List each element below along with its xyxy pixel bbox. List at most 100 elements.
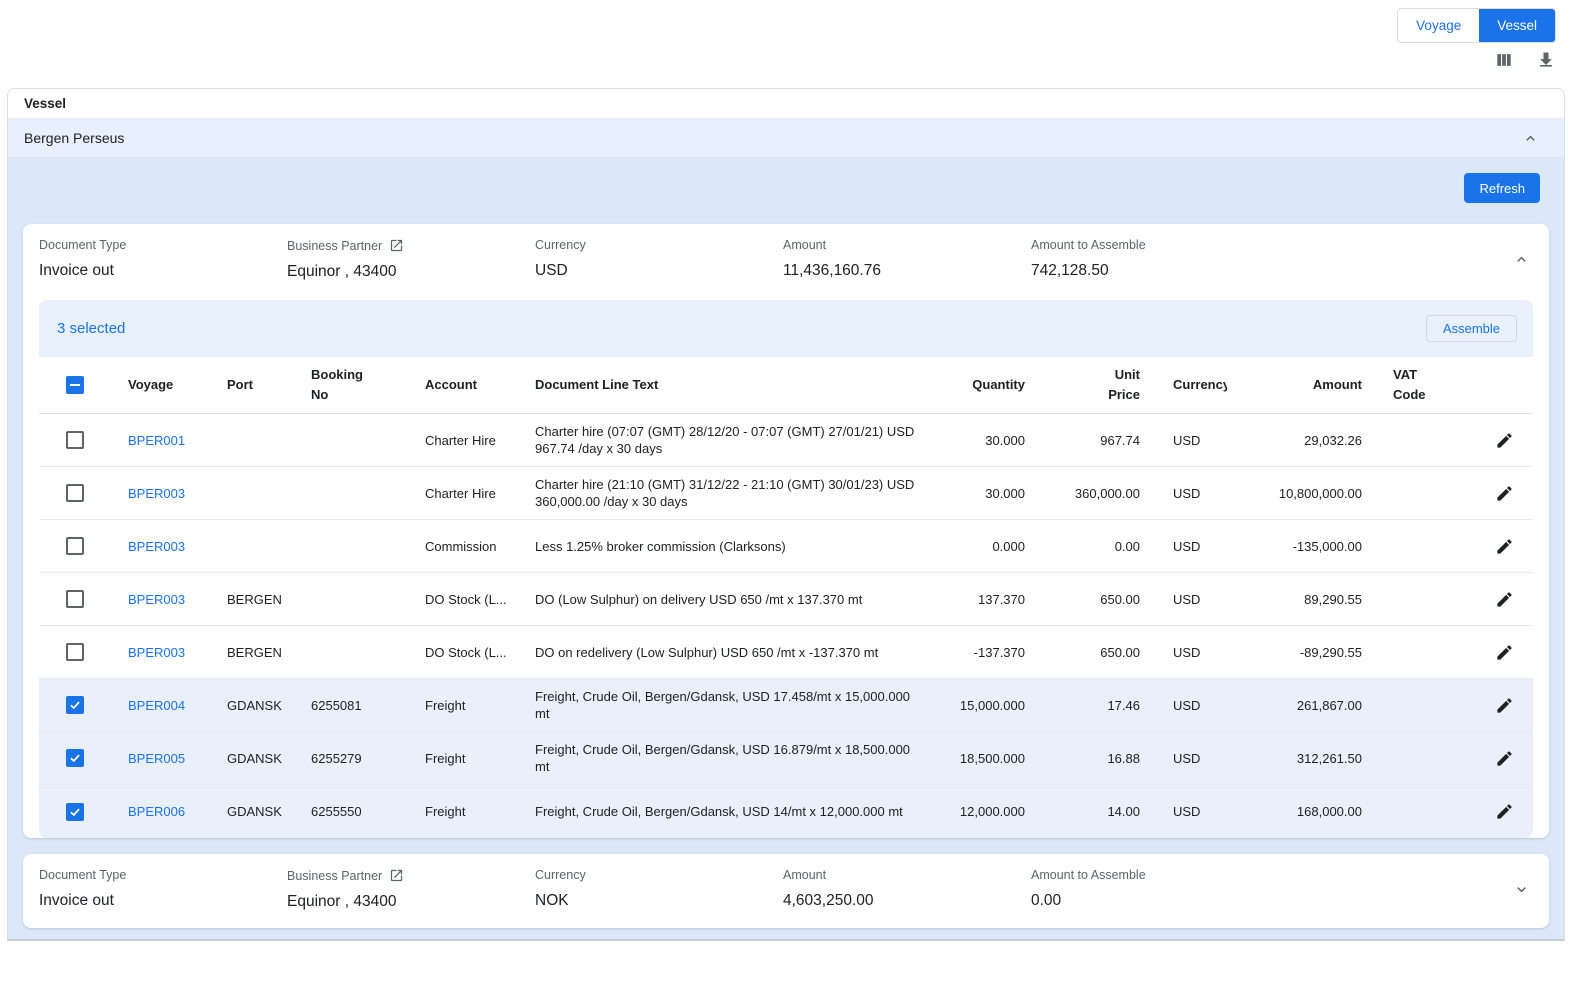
toggle-vessel-button[interactable]: Vessel [1479,9,1555,42]
currency-cell: USD [1157,539,1227,554]
table-row: BPER003 Commission Less 1.25% broker com… [39,520,1533,573]
edit-icon[interactable] [1495,695,1515,715]
amount-cell: 312,261.50 [1227,751,1377,766]
port-cell: GDANSK [211,804,299,819]
edit-icon[interactable] [1495,430,1515,450]
document-summary-usd: Document Type Invoice out Business Partn… [23,224,1549,298]
col-header-amount: Amount [1227,375,1377,395]
quantity-cell: 30.000 [927,433,1037,448]
unit-price-cell: 650.00 [1037,645,1157,660]
voyage-link[interactable]: BPER003 [128,486,185,501]
download-icon[interactable] [1536,50,1556,70]
table-row: BPER005 GDANSK 6255279 Freight Freight, … [39,732,1533,785]
line-text-cell: Charter hire (21:10 (GMT) 31/12/22 - 21:… [519,476,927,510]
voyage-link[interactable]: BPER003 [128,592,185,607]
account-cell: Charter Hire [409,486,519,501]
collapse-document-icon[interactable] [1514,252,1529,267]
col-header-voyage: Voyage [111,375,211,395]
voyage-link[interactable]: BPER004 [128,698,185,713]
toggle-voyage-button[interactable]: Voyage [1398,9,1479,42]
document-card-usd: Document Type Invoice out Business Partn… [23,224,1549,838]
unit-price-cell: 967.74 [1037,433,1157,448]
edit-icon[interactable] [1495,802,1515,822]
voyage-link[interactable]: BPER003 [128,539,185,554]
voyage-link[interactable]: BPER005 [128,751,185,766]
selection-bar: 3 selected Assemble [39,300,1533,357]
field-amount-to-assemble: Amount to Assemble 0.00 [1031,868,1279,910]
edit-icon[interactable] [1495,483,1515,503]
unit-price-cell: 360,000.00 [1037,486,1157,501]
line-text-cell: Less 1.25% broker commission (Clarksons) [519,538,927,555]
refresh-button[interactable]: Refresh [1464,173,1540,203]
row-checkbox[interactable] [66,537,84,555]
row-checkbox[interactable] [66,590,84,608]
columns-icon[interactable] [1494,50,1514,70]
account-cell: Commission [409,539,519,554]
quantity-cell: 12,000.000 [927,804,1037,819]
account-cell: Charter Hire [409,433,519,448]
currency-cell: USD [1157,433,1227,448]
voyage-link[interactable]: BPER003 [128,645,185,660]
account-cell: Freight [409,698,519,713]
amount-cell: 10,800,000.00 [1227,486,1377,501]
document-type-value: Invoice out [39,262,287,280]
field-document-type: Document Type Invoice out [39,238,287,280]
currency-cell: USD [1157,698,1227,713]
table-row: BPER003 Charter Hire Charter hire (21:10… [39,467,1533,520]
line-selection-container: 3 selected Assemble Voyage Port Booking … [39,300,1533,838]
currency-cell: USD [1157,645,1227,660]
amount-cell: -135,000.00 [1227,539,1377,554]
assemble-button[interactable]: Assemble [1426,315,1517,342]
business-partner-value: Equinor , 43400 [287,893,535,911]
voyage-link[interactable]: BPER006 [128,804,185,819]
unit-price-cell: 14.00 [1037,804,1157,819]
field-business-partner: Business Partner Equinor , 43400 [287,868,535,911]
top-toolbar: Voyage Vessel [0,0,1572,88]
col-header-account: Account [409,375,519,395]
view-toggle: Voyage Vessel [1397,8,1556,43]
account-cell: Freight [409,751,519,766]
voyage-link[interactable]: BPER001 [128,433,185,448]
amount-cell: 29,032.26 [1227,433,1377,448]
edit-icon[interactable] [1495,642,1515,662]
currency-cell: USD [1157,804,1227,819]
collapse-group-icon[interactable] [1523,131,1538,146]
table-actions [1494,50,1556,70]
booking-no-cell: 6255279 [299,751,409,766]
booking-no-cell: 6255081 [299,698,409,713]
select-all-checkbox[interactable] [66,376,84,394]
unit-price-cell: 16.88 [1037,751,1157,766]
currency-value: USD [535,262,783,280]
edit-icon[interactable] [1495,536,1515,556]
account-cell: DO Stock (L... [409,592,519,607]
edit-icon[interactable] [1495,748,1515,768]
row-checkbox[interactable] [66,484,84,502]
edit-icon[interactable] [1495,589,1515,609]
vessel-group-content: Refresh Document Type Invoice out Busine… [8,157,1564,939]
currency-cell: USD [1157,751,1227,766]
field-amount: Amount 11,436,160.76 [783,238,1031,280]
row-checkbox[interactable] [66,696,84,714]
col-header-vat-code: VAT Code [1377,365,1477,405]
open-business-partner-icon[interactable] [389,868,404,883]
account-cell: Freight [409,804,519,819]
col-header-line-text: Document Line Text [519,375,927,395]
unit-price-cell: 0.00 [1037,539,1157,554]
business-partner-value: Equinor , 43400 [287,263,535,281]
table-header-row: Voyage Port Booking No Account Document … [39,357,1533,414]
table-row: BPER004 GDANSK 6255081 Freight Freight, … [39,679,1533,732]
open-business-partner-icon[interactable] [389,238,404,253]
col-header-port: Port [211,375,299,395]
vessel-group-row[interactable]: Bergen Perseus [8,118,1564,157]
row-checkbox[interactable] [66,803,84,821]
row-checkbox[interactable] [66,643,84,661]
amount-to-assemble-value: 742,128.50 [1031,262,1279,280]
row-checkbox[interactable] [66,749,84,767]
expand-document-icon[interactable] [1514,882,1529,897]
col-header-currency: Currency [1157,375,1227,395]
unit-price-cell: 17.46 [1037,698,1157,713]
port-cell: GDANSK [211,751,299,766]
vessel-panel: Vessel Bergen Perseus Refresh Document T… [7,88,1565,941]
row-checkbox[interactable] [66,431,84,449]
col-header-booking-no: Booking No [299,365,409,405]
